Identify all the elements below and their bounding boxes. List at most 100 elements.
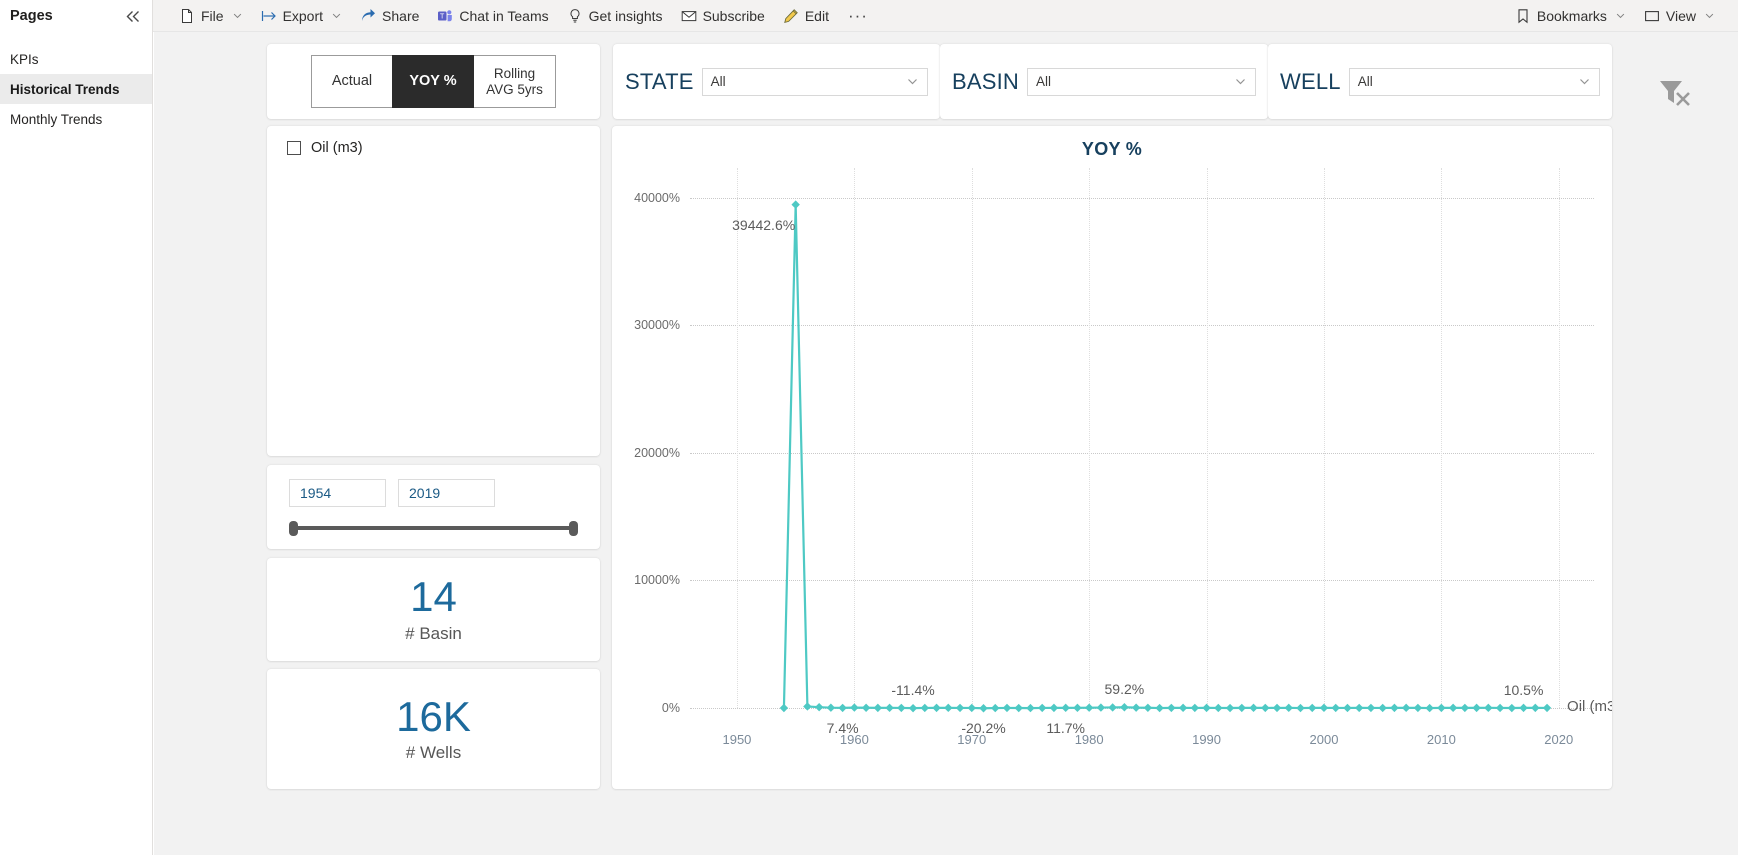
toolbar-bookmarks-button[interactable]: Bookmarks — [1506, 0, 1635, 32]
toolbar-share-button[interactable]: Share — [351, 0, 428, 32]
year-from-input[interactable]: 1954 — [289, 479, 386, 507]
collapse-pages-icon[interactable] — [122, 5, 144, 27]
slicer-well-dropdown[interactable]: All — [1348, 67, 1600, 96]
chart-data-label: 11.7% — [1046, 719, 1086, 736]
view-toggle-label-line1: Rolling — [493, 65, 536, 81]
year-range-inputs: 1954 2019 — [267, 465, 600, 507]
teams-icon: T — [437, 8, 453, 24]
slicer-state-label: STATE — [625, 68, 694, 94]
toolbar-right-group: Bookmarks View — [1506, 0, 1738, 32]
chevron-down-icon — [1236, 79, 1245, 85]
sidebar-item-kpis[interactable]: KPIs — [0, 44, 152, 74]
chart-plot-area[interactable]: 0% 10000% 20000% 30000% 40000% 1950 1960 1970 19… — [612, 160, 1612, 780]
chevron-down-icon — [329, 8, 342, 24]
toolbar-get-insights-button[interactable]: Get insights — [558, 0, 672, 32]
year-range-thumb-min[interactable] — [289, 521, 298, 536]
kpi-wells-value: 16K — [396, 692, 471, 740]
toolbar-edit-button[interactable]: Edit — [774, 0, 838, 32]
toolbar-subscribe-label: Subscribe — [702, 7, 765, 24]
filter-clear-icon[interactable] — [1652, 70, 1698, 116]
legend-label-oil: Oil (m3) — [311, 140, 363, 156]
slicer-well-value: All — [1357, 74, 1373, 89]
toolbar-chat-in-teams-button[interactable]: T Chat in Teams — [428, 0, 557, 32]
file-icon — [179, 8, 195, 24]
slicer-basin-label: BASIN — [952, 68, 1020, 94]
pages-title: Pages — [10, 8, 53, 24]
toolbar-get-insights-label: Get insights — [588, 7, 663, 24]
chevron-down-icon — [1613, 8, 1626, 24]
bookmark-icon — [1515, 8, 1531, 24]
slicer-state-dropdown[interactable]: All — [701, 67, 928, 96]
toolbar-more-button[interactable]: ··· — [838, 0, 878, 32]
slicer-well-label: WELL — [1280, 68, 1341, 94]
pages-header: Pages — [0, 0, 152, 32]
view-toggle-actual[interactable]: Actual — [311, 55, 393, 108]
slicer-basin-value: All — [1036, 74, 1052, 89]
yoy-line-chart-card: YOY % 0% 10000% 20000% 30000% 40000% 1950 1960… — [612, 126, 1612, 789]
kpi-card-wells: 16K # Wells — [267, 669, 600, 789]
envelope-icon — [681, 8, 697, 24]
chevron-down-icon — [230, 8, 243, 24]
kpi-basin-label: # Basin — [405, 623, 462, 643]
sidebar-item-historical-trends[interactable]: Historical Trends — [0, 74, 152, 104]
toolbar-view-label: View — [1665, 7, 1696, 24]
export-icon — [261, 8, 277, 24]
toolbar-share-label: Share — [382, 7, 420, 24]
slicer-well: WELL All — [1268, 44, 1612, 119]
chart-data-label: 59.2% — [1104, 681, 1145, 698]
top-toolbar: File Export Share T Chat in Teams Get insight… — [0, 0, 1738, 32]
chevron-down-icon — [1702, 8, 1715, 24]
chevron-down-icon — [1580, 79, 1589, 85]
chart-series-label: Oil (m3) — [1567, 697, 1612, 715]
sidebar-item-monthly-trends[interactable]: Monthly Trends — [0, 104, 152, 134]
toolbar-export-label: Export — [282, 7, 324, 24]
kpi-basin-value: 14 — [410, 573, 457, 621]
pencil-icon — [783, 8, 799, 24]
kpi-wells-label: # Wells — [405, 743, 462, 763]
chart-data-label: 7.4% — [826, 719, 859, 736]
kpi-card-basin: 14 # Basin — [267, 558, 600, 661]
pages-list: KPIs Historical Trends Monthly Trends — [0, 32, 152, 134]
chevron-down-icon — [908, 79, 917, 85]
toolbar-chat-in-teams-label: Chat in Teams — [459, 7, 549, 24]
view-toggle-label: Actual — [331, 73, 373, 90]
toolbar-edit-label: Edit — [804, 7, 829, 24]
sidebar-item-label: Monthly Trends — [10, 111, 103, 127]
toolbar-view-button[interactable]: View — [1635, 0, 1724, 32]
view-icon — [1644, 8, 1660, 24]
slicer-state-value: All — [710, 74, 726, 89]
year-range-slicer: 1954 2019 — [267, 465, 600, 549]
toolbar-subscribe-button[interactable]: Subscribe — [672, 0, 774, 32]
legend-checkbox-oil[interactable] — [287, 141, 301, 155]
legend-card: Oil (m3) — [267, 126, 600, 456]
view-toggle-yoy[interactable]: YOY % — [392, 55, 474, 108]
year-range-thumb-max[interactable] — [569, 521, 578, 536]
toolbar-file-button[interactable]: File — [170, 0, 252, 32]
slicer-basin-dropdown[interactable]: All — [1027, 67, 1256, 96]
toolbar-bookmarks-label: Bookmarks — [1536, 7, 1607, 24]
year-range-track[interactable] — [295, 526, 572, 530]
toolbar-export-button[interactable]: Export — [252, 0, 351, 32]
report-canvas: Actual YOY % Rolling AVG 5yrs STATE All BAS… — [154, 32, 1738, 855]
year-to-input[interactable]: 2019 — [398, 479, 495, 507]
view-toggle-card: Actual YOY % Rolling AVG 5yrs — [267, 44, 600, 119]
view-toggle-label: YOY % — [409, 73, 457, 90]
view-toggle-label-line2: AVG 5yrs — [486, 81, 543, 97]
year-range-track-wrap — [289, 521, 578, 536]
toolbar-file-label: File — [201, 7, 224, 24]
chart-data-label: 10.5% — [1503, 681, 1544, 698]
chart-data-label: -20.2% — [961, 720, 1006, 737]
chart-data-label: -11.4% — [891, 682, 935, 699]
sidebar-item-label: Historical Trends — [10, 81, 120, 97]
legend-item-oil[interactable]: Oil (m3) — [267, 126, 600, 156]
slicer-state: STATE All — [613, 44, 940, 119]
slicer-basin: BASIN All — [940, 44, 1268, 119]
view-toggle-rolling-avg-5yrs[interactable]: Rolling AVG 5yrs — [473, 55, 556, 108]
chart-data-label: 39442.6% — [732, 216, 796, 233]
view-toggle-group: Actual YOY % Rolling AVG 5yrs — [267, 44, 600, 119]
svg-text:T: T — [440, 13, 445, 20]
lightbulb-icon — [567, 8, 583, 24]
sidebar-item-label: KPIs — [10, 51, 39, 67]
pages-pane: Pages KPIs Historical Trends Monthly Trend… — [0, 0, 153, 855]
share-icon — [360, 8, 376, 24]
